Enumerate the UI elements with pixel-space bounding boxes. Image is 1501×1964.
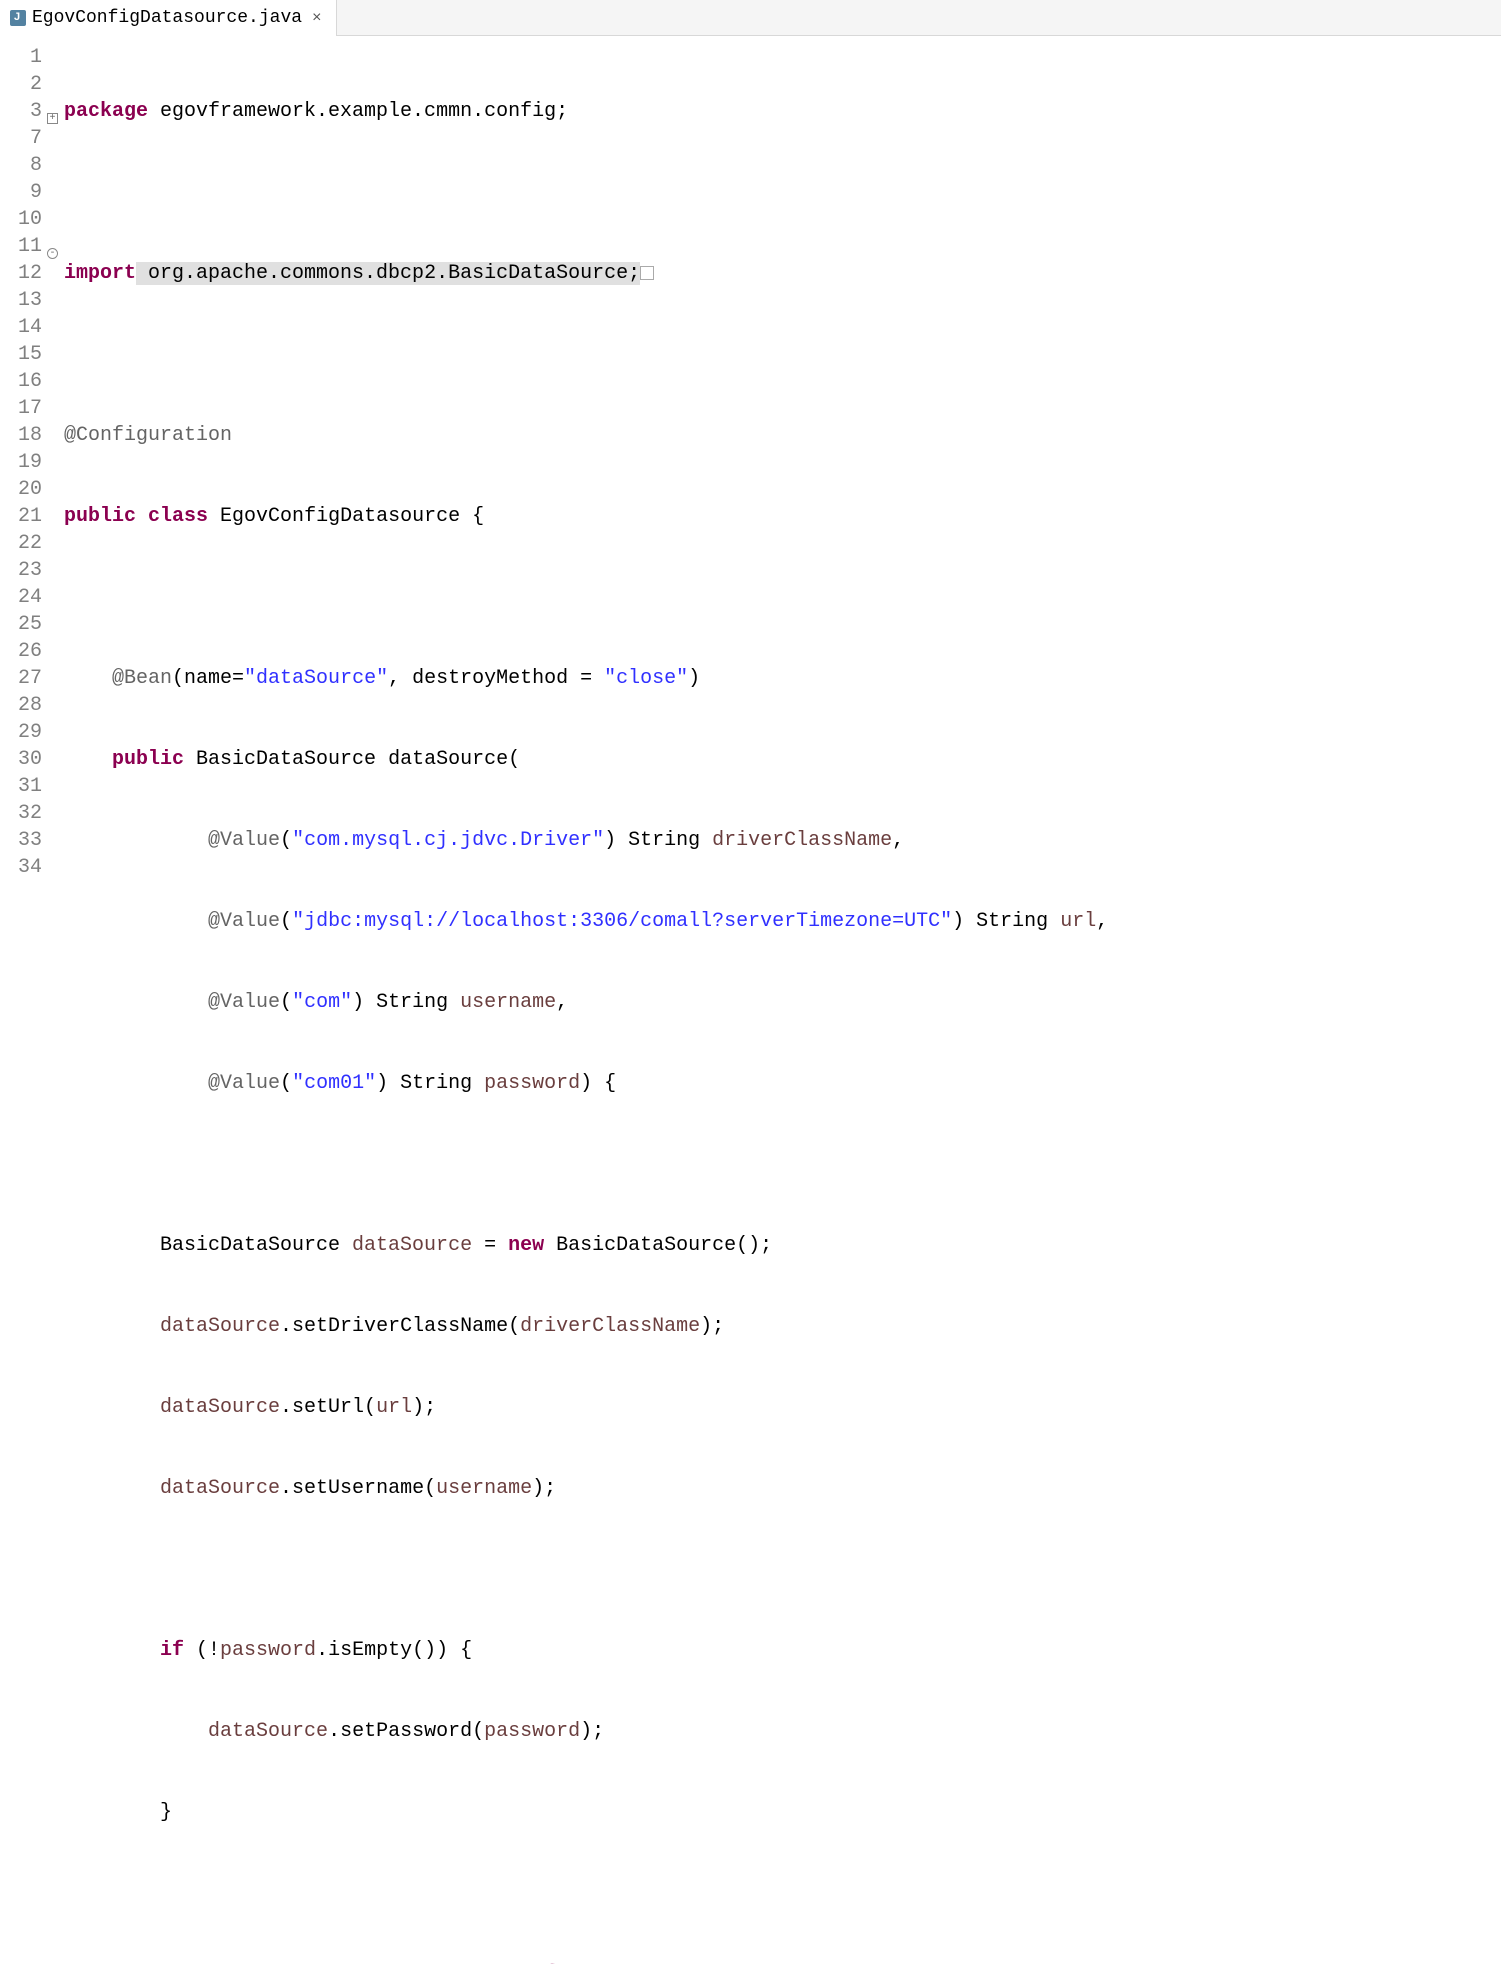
line-number: 26 bbox=[0, 638, 44, 665]
code-line[interactable] bbox=[64, 584, 1501, 611]
line-number: 25 bbox=[0, 611, 44, 638]
java-file-icon bbox=[10, 10, 26, 26]
code-line[interactable]: package egovframework.example.cmmn.confi… bbox=[64, 98, 1501, 125]
code-line[interactable]: @Value("com") String username, bbox=[64, 989, 1501, 1016]
code-line[interactable]: dataSource.setDefaultAutoCommit(false); bbox=[64, 1961, 1501, 1964]
folded-region-icon[interactable] bbox=[640, 266, 654, 280]
editor-tab[interactable]: EgovConfigDatasource.java × bbox=[0, 0, 337, 36]
line-number: 11- bbox=[0, 233, 44, 260]
code-line[interactable]: @Configuration bbox=[64, 422, 1501, 449]
line-number: 33 bbox=[0, 827, 44, 854]
line-number: 1 bbox=[0, 44, 44, 71]
code-line[interactable] bbox=[64, 1151, 1501, 1178]
line-number: 21 bbox=[0, 503, 44, 530]
line-number: 10 bbox=[0, 206, 44, 233]
line-number: 14 bbox=[0, 314, 44, 341]
line-number: 15 bbox=[0, 341, 44, 368]
line-number: 20 bbox=[0, 476, 44, 503]
close-icon[interactable]: × bbox=[308, 9, 326, 27]
line-number: 28 bbox=[0, 692, 44, 719]
line-number: 7 bbox=[0, 125, 44, 152]
code-editor[interactable]: package egovframework.example.cmmn.confi… bbox=[44, 36, 1501, 1964]
code-line[interactable]: @Value("com01") String password) { bbox=[64, 1070, 1501, 1097]
line-number: 8 bbox=[0, 152, 44, 179]
tab-label: EgovConfigDatasource.java bbox=[32, 8, 302, 28]
line-number: 3+ bbox=[0, 98, 44, 125]
code-line[interactable] bbox=[64, 179, 1501, 206]
line-gutter: 1 2 3+ 7 8 9 10 11- 12 13 14 15 16 17 18… bbox=[0, 36, 44, 1964]
line-number: 24 bbox=[0, 584, 44, 611]
code-line[interactable]: } bbox=[64, 1799, 1501, 1826]
line-number: 19 bbox=[0, 449, 44, 476]
line-number: 31 bbox=[0, 773, 44, 800]
line-number: 29 bbox=[0, 719, 44, 746]
fold-collapse-icon[interactable]: - bbox=[47, 239, 58, 266]
code-line[interactable]: @Bean(name="dataSource", destroyMethod =… bbox=[64, 665, 1501, 692]
line-number: 27 bbox=[0, 665, 44, 692]
line-number: 9 bbox=[0, 179, 44, 206]
line-number: 12 bbox=[0, 260, 44, 287]
code-line[interactable]: dataSource.setUsername(username); bbox=[64, 1475, 1501, 1502]
line-number: 23 bbox=[0, 557, 44, 584]
code-line[interactable]: if (!password.isEmpty()) { bbox=[64, 1637, 1501, 1664]
code-line[interactable]: public BasicDataSource dataSource( bbox=[64, 746, 1501, 773]
code-line[interactable] bbox=[64, 341, 1501, 368]
line-number: 18 bbox=[0, 422, 44, 449]
code-line[interactable]: dataSource.setDriverClassName(driverClas… bbox=[64, 1313, 1501, 1340]
tab-bar: EgovConfigDatasource.java × bbox=[0, 0, 1501, 36]
code-line[interactable]: public class EgovConfigDatasource { bbox=[64, 503, 1501, 530]
code-line[interactable]: dataSource.setPassword(password); bbox=[64, 1718, 1501, 1745]
line-number: 34 bbox=[0, 854, 44, 881]
fold-expand-icon[interactable]: + bbox=[47, 104, 58, 131]
code-line[interactable] bbox=[64, 1556, 1501, 1583]
code-line[interactable]: @Value("com.mysql.cj.jdvc.Driver") Strin… bbox=[64, 827, 1501, 854]
line-number: 30 bbox=[0, 746, 44, 773]
code-line[interactable]: import org.apache.commons.dbcp2.BasicDat… bbox=[64, 260, 1501, 287]
line-number: 22 bbox=[0, 530, 44, 557]
line-number: 17 bbox=[0, 395, 44, 422]
line-number: 13 bbox=[0, 287, 44, 314]
code-line[interactable]: BasicDataSource dataSource = new BasicDa… bbox=[64, 1232, 1501, 1259]
line-number: 32 bbox=[0, 800, 44, 827]
code-line[interactable] bbox=[64, 1880, 1501, 1907]
editor: 1 2 3+ 7 8 9 10 11- 12 13 14 15 16 17 18… bbox=[0, 36, 1501, 1964]
code-line[interactable]: dataSource.setUrl(url); bbox=[64, 1394, 1501, 1421]
code-line[interactable]: @Value("jdbc:mysql://localhost:3306/coma… bbox=[64, 908, 1501, 935]
line-number: 2 bbox=[0, 71, 44, 98]
line-number: 16 bbox=[0, 368, 44, 395]
